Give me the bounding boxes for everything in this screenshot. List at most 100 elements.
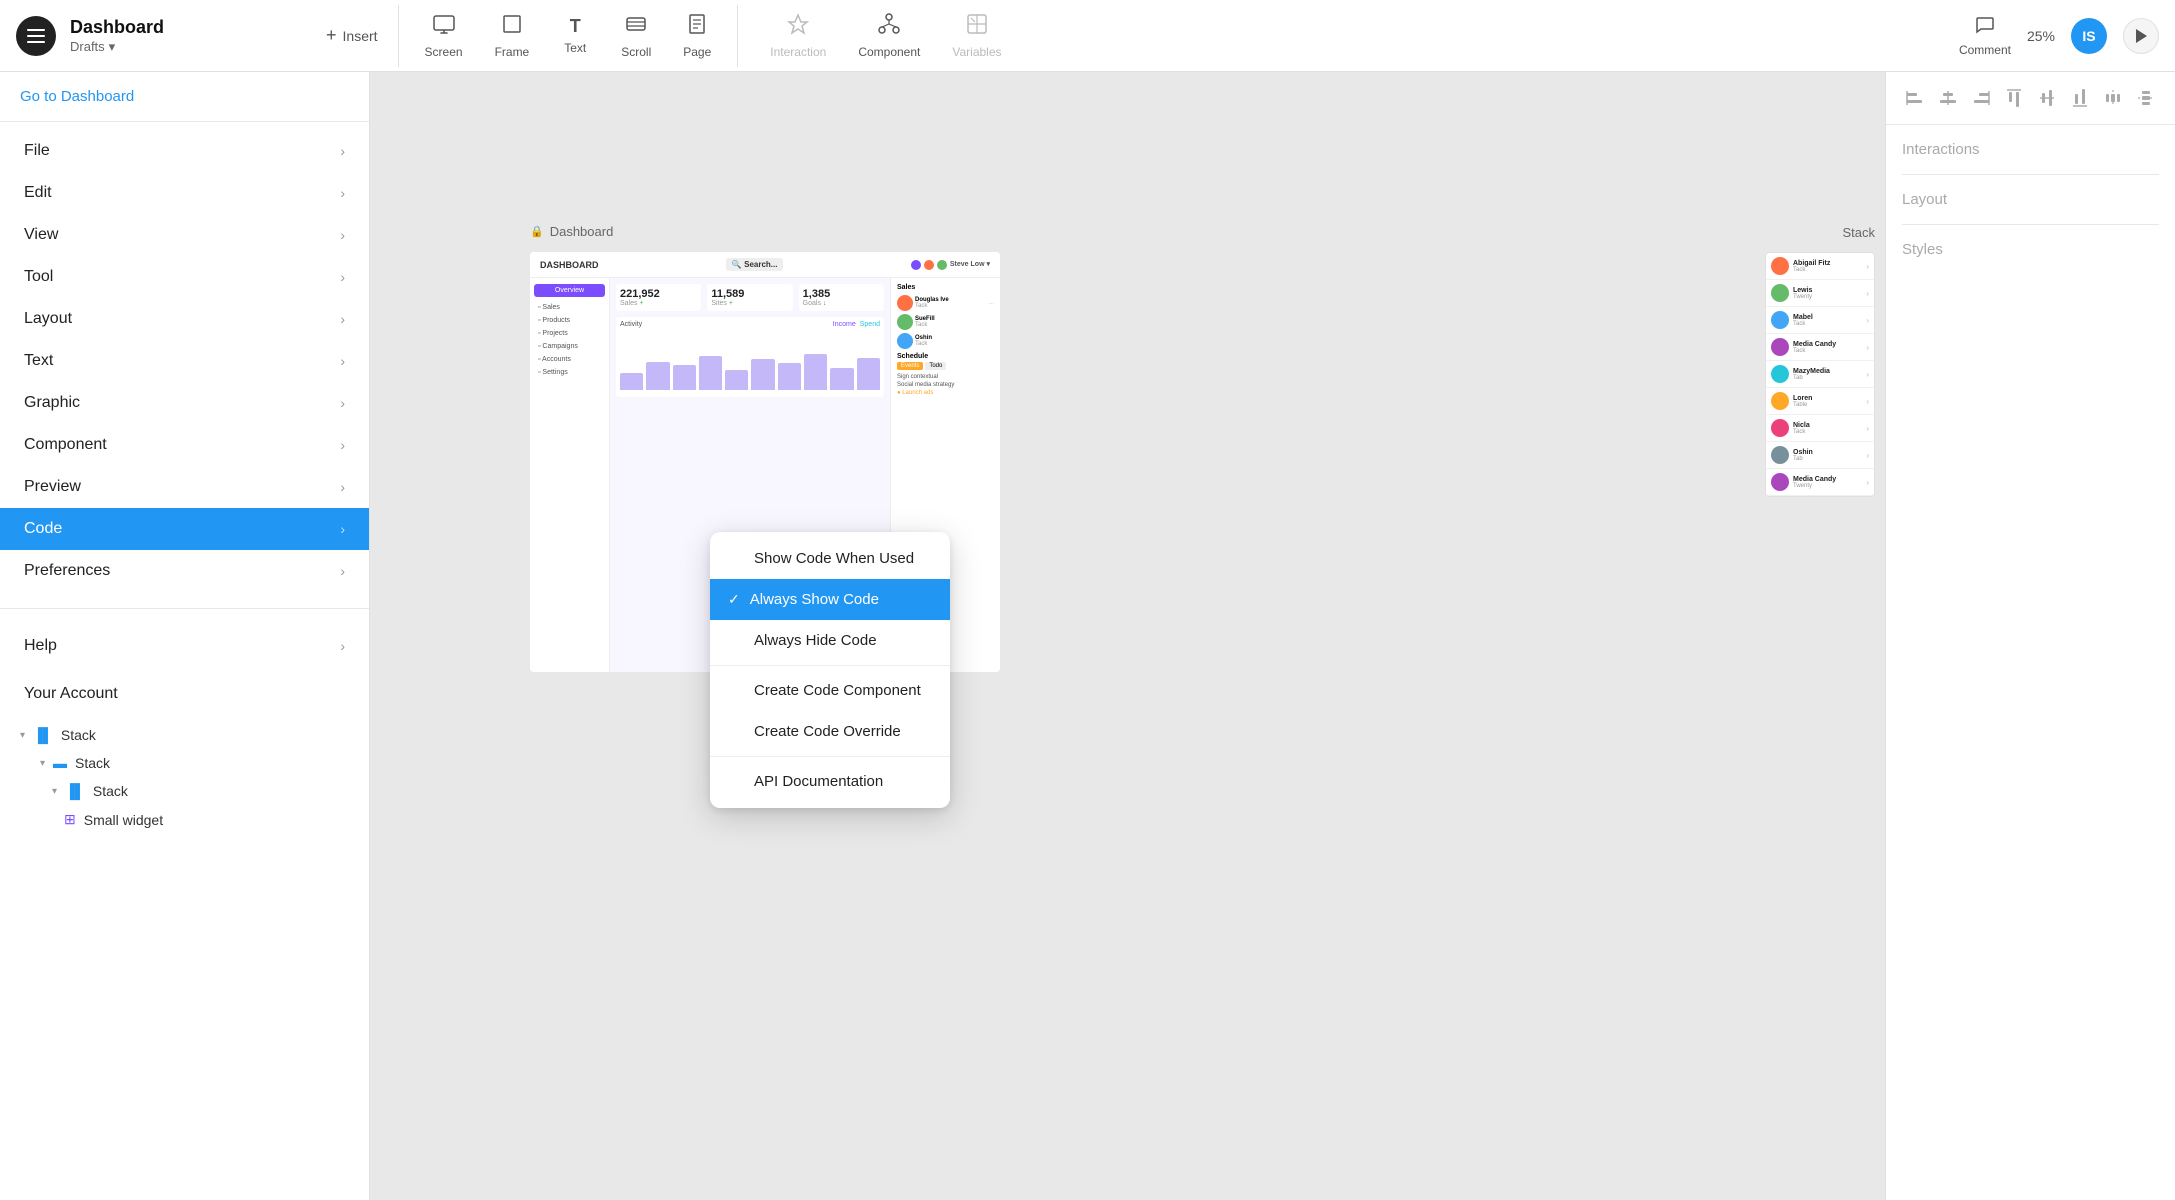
section-interactions: Interactions: [1902, 141, 2159, 158]
dash-chart-bars: [620, 330, 880, 390]
right-panel-sections: Interactions Layout Styles: [1886, 125, 2175, 1200]
dash-sidebar-accounts: ▫ Accounts: [534, 353, 605, 366]
arrow-icon: ›: [1866, 370, 1869, 379]
app-subtitle: Drafts ▾: [70, 39, 164, 55]
stack-row-9: Media Candy Twenty ›: [1766, 469, 1874, 496]
layer-item-stack-2[interactable]: ▾ ▬ Stack: [0, 749, 369, 777]
dash-sidebar-campaigns: ▫ Campaigns: [534, 340, 605, 353]
canvas-area[interactable]: 🔒 Dashboard DASHBOARD 🔍 Search... Steve …: [370, 72, 1885, 1200]
left-panel: Go to Dashboard File › Edit › View › Too…: [0, 72, 370, 1200]
layer-item-stack-3[interactable]: ▾ ▐▌ Stack: [0, 777, 369, 805]
stack-row-4: Media Candy Tack ›: [1766, 334, 1874, 361]
chevron-right-icon: ›: [340, 437, 345, 453]
main-menu: File › Edit › View › Tool › Layout › Tex…: [0, 122, 369, 600]
caret-icon: ▾: [40, 758, 45, 769]
dash-chart: Activity IncomeSpend: [616, 317, 884, 397]
dropdown-always-show[interactable]: ✓ Always Show Code: [710, 579, 950, 620]
dropdown-create-override[interactable]: Create Code Override: [710, 711, 950, 752]
code-dropdown-menu: Show Code When Used ✓ Always Show Code A…: [710, 532, 950, 808]
bar-2: [646, 362, 669, 390]
arrow-icon: ›: [1866, 424, 1869, 433]
stack-avatar-8: [1771, 446, 1789, 464]
chevron-right-icon: ›: [340, 269, 345, 285]
toolbar-left: Dashboard Drafts ▾: [16, 16, 276, 56]
tools-group: Screen Frame T Text Scroll Page: [398, 5, 739, 67]
menu-item-preview[interactable]: Preview ›: [0, 466, 369, 508]
layer-item-small-widget[interactable]: ⊞ Small widget: [0, 805, 369, 834]
zoom-level[interactable]: 25%: [2027, 28, 2055, 44]
tool-screen[interactable]: Screen: [409, 5, 479, 67]
layer-tree: ▾ ▐▌ Stack ▾ ▬ Stack ▾ ▐▌ Stack ⊞: [0, 713, 369, 842]
dashboard-link[interactable]: Go to Dashboard: [0, 72, 369, 122]
align-right-icon[interactable]: [1968, 84, 1995, 112]
app-title: Dashboard Drafts ▾: [70, 17, 164, 54]
menu-item-help[interactable]: Help ›: [0, 625, 369, 667]
stack-icon: ▐▌: [65, 783, 85, 799]
distribute-h-icon[interactable]: [2099, 84, 2126, 112]
insert-button[interactable]: + Insert: [306, 25, 398, 46]
scroll-icon: [625, 13, 647, 41]
tool-text[interactable]: T Text: [545, 8, 605, 63]
dash-stat-sites: 11,589 Sites +: [707, 284, 792, 311]
stack-row-8: Oshin Tab ›: [1766, 442, 1874, 469]
stack-icon: ▬: [53, 755, 67, 771]
stack-row-2: Lewis Twenty ›: [1766, 280, 1874, 307]
dash-header-icons: Steve Low ▾: [911, 260, 990, 270]
user-avatar[interactable]: IS: [2071, 18, 2107, 54]
variables-icon: [966, 13, 988, 41]
align-left-icon[interactable]: [1902, 84, 1929, 112]
component-icon: [878, 13, 900, 41]
right-panel: Interactions Layout Styles: [1885, 72, 2175, 1200]
chevron-right-icon: ›: [340, 185, 345, 201]
align-middle-icon[interactable]: [2034, 84, 2061, 112]
comment-icon: [1974, 14, 1996, 39]
tool-variables[interactable]: Variables: [936, 5, 1017, 67]
play-button[interactable]: [2123, 18, 2159, 54]
stack-panel: Abigail Fitz Tack › Lewis Twenty › Mabel…: [1765, 252, 1875, 497]
menu-item-text[interactable]: Text ›: [0, 340, 369, 382]
interaction-icon: [787, 13, 809, 41]
menu-item-component[interactable]: Component ›: [0, 424, 369, 466]
arrow-icon: ›: [1866, 289, 1869, 298]
menu-item-graphic[interactable]: Graphic ›: [0, 382, 369, 424]
menu-item-code[interactable]: Code ›: [0, 508, 369, 550]
screen-icon: [433, 13, 455, 41]
menu-divider: [0, 608, 369, 609]
align-center-icon[interactable]: [1935, 84, 1962, 112]
tool-component[interactable]: Component: [842, 5, 936, 67]
menu-item-layout[interactable]: Layout ›: [0, 298, 369, 340]
bar-5: [725, 370, 748, 390]
menu-item-edit[interactable]: Edit ›: [0, 172, 369, 214]
tool-page[interactable]: Page: [667, 5, 727, 67]
distribute-v-icon[interactable]: [2132, 84, 2159, 112]
stack-avatar-5: [1771, 365, 1789, 383]
layer-item-stack-1[interactable]: ▾ ▐▌ Stack: [0, 721, 369, 749]
dropdown-show-when-used[interactable]: Show Code When Used: [710, 538, 950, 579]
checkmark-icon: ✓: [728, 591, 740, 608]
hamburger-button[interactable]: [16, 16, 56, 56]
menu-item-preferences[interactable]: Preferences ›: [0, 550, 369, 592]
dropdown-api-docs[interactable]: API Documentation: [710, 761, 950, 802]
tool-interaction[interactable]: Interaction: [754, 5, 842, 67]
dropdown-create-component[interactable]: Create Code Component: [710, 670, 950, 711]
dash-sidebar-overview: Overview: [534, 284, 605, 297]
lock-icon: 🔒: [530, 225, 544, 238]
dash-stats: 221,952 Sales + 11,589 Sites + 1,385 Goa…: [616, 284, 884, 311]
dash-sidebar: Overview ▫ Sales ▫ Products ▫ Projects ▫…: [530, 278, 610, 672]
comment-button[interactable]: Comment: [1959, 14, 2011, 57]
menu-item-tool[interactable]: Tool ›: [0, 256, 369, 298]
align-top-icon[interactable]: [2001, 84, 2028, 112]
tool-scroll[interactable]: Scroll: [605, 5, 667, 67]
bar-4: [699, 356, 722, 390]
stack-row-1: Abigail Fitz Tack ›: [1766, 253, 1874, 280]
tool-frame[interactable]: Frame: [479, 5, 546, 67]
chevron-right-icon: ›: [340, 227, 345, 243]
caret-icon: ▾: [52, 786, 57, 797]
menu-item-view[interactable]: View ›: [0, 214, 369, 256]
align-bottom-icon[interactable]: [2066, 84, 2093, 112]
dash-stat-goals: 1,385 Goals ↓: [799, 284, 884, 311]
canvas-frame-label: 🔒 Dashboard: [530, 224, 613, 239]
dropdown-always-hide[interactable]: Always Hide Code: [710, 620, 950, 661]
menu-item-file[interactable]: File ›: [0, 130, 369, 172]
frame-icon: [501, 13, 523, 41]
